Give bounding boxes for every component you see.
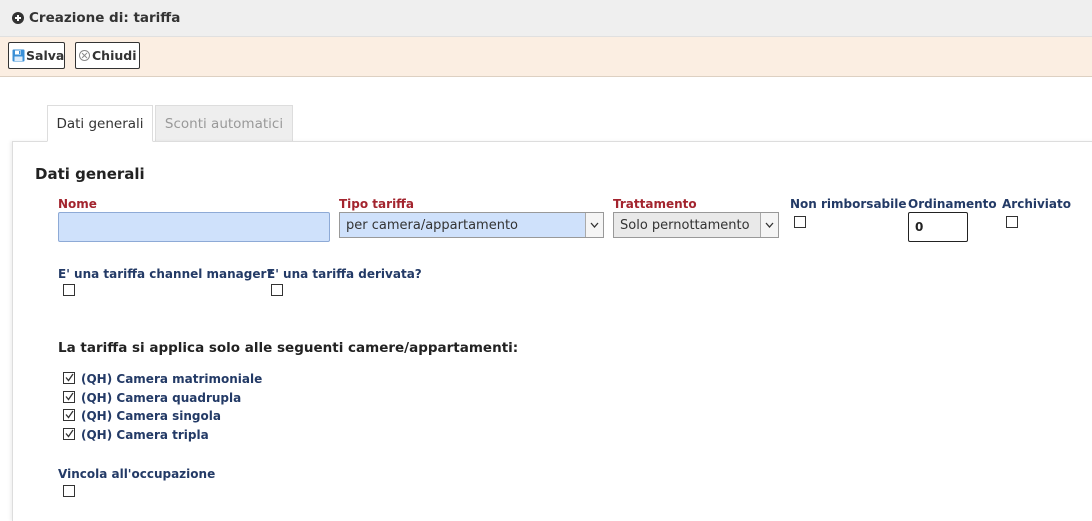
- nome-input[interactable]: [58, 212, 330, 242]
- non-rimborsabile-checkbox[interactable]: [794, 216, 806, 228]
- tab-sconti-automatici[interactable]: Sconti automatici: [155, 105, 293, 142]
- close-circle-icon: [79, 50, 90, 61]
- trattamento-select[interactable]: Solo pernottamento: [613, 212, 779, 238]
- channel-manager-label: E' una tariffa channel manager?: [58, 267, 274, 281]
- toolbar: Salva Chiudi: [0, 37, 1092, 77]
- tab-dati-generali[interactable]: Dati generali: [47, 105, 153, 142]
- ordinamento-input[interactable]: 0: [908, 212, 968, 242]
- room-checkbox-quadrupla[interactable]: [63, 391, 75, 403]
- nome-label: Nome: [58, 197, 97, 211]
- room-label: (QH) Camera quadrupla: [81, 391, 242, 405]
- chevron-down-icon: [585, 213, 603, 237]
- plus-circle-icon: [12, 12, 24, 24]
- non-rimborsabile-label: Non rimborsabile: [790, 197, 907, 211]
- tipo-tariffa-value: per camera/appartamento: [346, 217, 518, 233]
- chevron-down-icon: [760, 213, 778, 237]
- section-title: Dati generali: [35, 165, 145, 183]
- ordinamento-label: Ordinamento: [908, 197, 997, 211]
- room-checkbox-tripla[interactable]: [63, 428, 75, 440]
- tipo-tariffa-label: Tipo tariffa: [339, 197, 414, 211]
- save-label: Salva: [26, 48, 65, 63]
- derivata-label: E' una tariffa derivata?: [267, 267, 422, 281]
- tipo-tariffa-select[interactable]: per camera/appartamento: [339, 212, 604, 238]
- title-bar: Creazione di: tariffa: [0, 0, 1092, 37]
- archiviato-label: Archiviato: [1002, 197, 1071, 211]
- check-icon: [65, 373, 74, 382]
- check-icon: [65, 429, 74, 438]
- occupazione-checkbox[interactable]: [63, 485, 75, 497]
- derivata-checkbox[interactable]: [271, 284, 283, 296]
- check-icon: [65, 392, 74, 401]
- room-label: (QH) Camera matrimoniale: [81, 372, 263, 386]
- save-button[interactable]: Salva: [8, 42, 65, 69]
- room-label: (QH) Camera singola: [81, 409, 221, 423]
- rooms-heading: La tariffa si applica solo alle seguenti…: [58, 340, 519, 356]
- trattamento-value: Solo pernottamento: [620, 217, 750, 233]
- check-icon: [65, 410, 74, 419]
- close-label: Chiudi: [92, 48, 137, 63]
- trattamento-label: Trattamento: [613, 197, 697, 211]
- close-button[interactable]: Chiudi: [75, 42, 140, 69]
- window-title: Creazione di: tariffa: [29, 10, 181, 26]
- room-label: (QH) Camera tripla: [81, 428, 209, 442]
- room-checkbox-matrimoniale[interactable]: [63, 372, 75, 384]
- channel-manager-checkbox[interactable]: [63, 284, 75, 296]
- floppy-disk-icon: [12, 49, 25, 62]
- room-checkbox-singola[interactable]: [63, 409, 75, 421]
- archiviato-checkbox[interactable]: [1006, 216, 1018, 228]
- occupazione-label: Vincola all'occupazione: [58, 467, 216, 481]
